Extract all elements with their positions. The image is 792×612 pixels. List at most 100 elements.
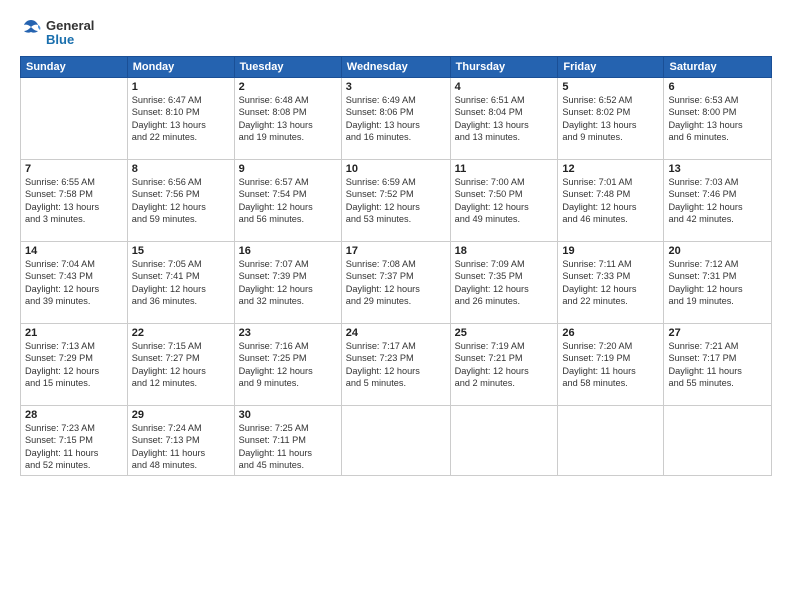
calendar-table: SundayMondayTuesdayWednesdayThursdayFrid… — [20, 56, 772, 476]
cell-content: Sunrise: 7:08 AMSunset: 7:37 PMDaylight:… — [346, 258, 446, 308]
cell-content: Sunrise: 6:56 AMSunset: 7:56 PMDaylight:… — [132, 176, 230, 226]
cell-content: Sunrise: 6:51 AMSunset: 8:04 PMDaylight:… — [455, 94, 554, 144]
header: General Blue — [20, 18, 772, 48]
day-number: 6 — [668, 81, 767, 93]
calendar-cell: 12Sunrise: 7:01 AMSunset: 7:48 PMDayligh… — [558, 160, 664, 242]
cell-content: Sunrise: 7:19 AMSunset: 7:21 PMDaylight:… — [455, 340, 554, 390]
calendar-cell: 11Sunrise: 7:00 AMSunset: 7:50 PMDayligh… — [450, 160, 558, 242]
cell-content: Sunrise: 7:23 AMSunset: 7:15 PMDaylight:… — [25, 422, 123, 472]
calendar-cell: 28Sunrise: 7:23 AMSunset: 7:15 PMDayligh… — [21, 406, 128, 476]
calendar-cell: 9Sunrise: 6:57 AMSunset: 7:54 PMDaylight… — [234, 160, 341, 242]
logo-bird-icon — [20, 18, 42, 48]
calendar-cell: 1Sunrise: 6:47 AMSunset: 8:10 PMDaylight… — [127, 78, 234, 160]
day-number: 3 — [346, 81, 446, 93]
cell-content: Sunrise: 7:05 AMSunset: 7:41 PMDaylight:… — [132, 258, 230, 308]
cell-content: Sunrise: 6:52 AMSunset: 8:02 PMDaylight:… — [562, 94, 659, 144]
cell-content: Sunrise: 6:59 AMSunset: 7:52 PMDaylight:… — [346, 176, 446, 226]
calendar-week-5: 28Sunrise: 7:23 AMSunset: 7:15 PMDayligh… — [21, 406, 772, 476]
day-number: 14 — [25, 245, 123, 257]
cell-content: Sunrise: 7:04 AMSunset: 7:43 PMDaylight:… — [25, 258, 123, 308]
cell-content: Sunrise: 6:57 AMSunset: 7:54 PMDaylight:… — [239, 176, 337, 226]
calendar-cell: 29Sunrise: 7:24 AMSunset: 7:13 PMDayligh… — [127, 406, 234, 476]
cell-content: Sunrise: 7:17 AMSunset: 7:23 PMDaylight:… — [346, 340, 446, 390]
calendar-cell: 20Sunrise: 7:12 AMSunset: 7:31 PMDayligh… — [664, 242, 772, 324]
day-number: 1 — [132, 81, 230, 93]
calendar-header-saturday: Saturday — [664, 57, 772, 78]
calendar-cell — [341, 406, 450, 476]
cell-content: Sunrise: 7:07 AMSunset: 7:39 PMDaylight:… — [239, 258, 337, 308]
calendar-cell: 5Sunrise: 6:52 AMSunset: 8:02 PMDaylight… — [558, 78, 664, 160]
calendar-cell: 15Sunrise: 7:05 AMSunset: 7:41 PMDayligh… — [127, 242, 234, 324]
logo-text: General Blue — [46, 19, 94, 48]
cell-content: Sunrise: 7:00 AMSunset: 7:50 PMDaylight:… — [455, 176, 554, 226]
calendar-cell: 21Sunrise: 7:13 AMSunset: 7:29 PMDayligh… — [21, 324, 128, 406]
cell-content: Sunrise: 7:20 AMSunset: 7:19 PMDaylight:… — [562, 340, 659, 390]
day-number: 8 — [132, 163, 230, 175]
calendar-week-1: 1Sunrise: 6:47 AMSunset: 8:10 PMDaylight… — [21, 78, 772, 160]
calendar-cell: 16Sunrise: 7:07 AMSunset: 7:39 PMDayligh… — [234, 242, 341, 324]
calendar-header-row: SundayMondayTuesdayWednesdayThursdayFrid… — [21, 57, 772, 78]
calendar-header-wednesday: Wednesday — [341, 57, 450, 78]
calendar-cell: 25Sunrise: 7:19 AMSunset: 7:21 PMDayligh… — [450, 324, 558, 406]
calendar-cell — [21, 78, 128, 160]
calendar-header-thursday: Thursday — [450, 57, 558, 78]
calendar-cell — [558, 406, 664, 476]
logo-blue-text: Blue — [46, 33, 94, 47]
day-number: 30 — [239, 409, 337, 421]
cell-content: Sunrise: 7:13 AMSunset: 7:29 PMDaylight:… — [25, 340, 123, 390]
day-number: 24 — [346, 327, 446, 339]
calendar-cell: 19Sunrise: 7:11 AMSunset: 7:33 PMDayligh… — [558, 242, 664, 324]
calendar-cell: 17Sunrise: 7:08 AMSunset: 7:37 PMDayligh… — [341, 242, 450, 324]
calendar-cell: 26Sunrise: 7:20 AMSunset: 7:19 PMDayligh… — [558, 324, 664, 406]
calendar-header-sunday: Sunday — [21, 57, 128, 78]
day-number: 12 — [562, 163, 659, 175]
day-number: 11 — [455, 163, 554, 175]
day-number: 17 — [346, 245, 446, 257]
day-number: 7 — [25, 163, 123, 175]
calendar-cell: 8Sunrise: 6:56 AMSunset: 7:56 PMDaylight… — [127, 160, 234, 242]
day-number: 27 — [668, 327, 767, 339]
calendar-cell — [450, 406, 558, 476]
logo: General Blue — [20, 18, 94, 48]
cell-content: Sunrise: 7:09 AMSunset: 7:35 PMDaylight:… — [455, 258, 554, 308]
cell-content: Sunrise: 7:25 AMSunset: 7:11 PMDaylight:… — [239, 422, 337, 472]
day-number: 10 — [346, 163, 446, 175]
day-number: 21 — [25, 327, 123, 339]
calendar-cell: 6Sunrise: 6:53 AMSunset: 8:00 PMDaylight… — [664, 78, 772, 160]
day-number: 13 — [668, 163, 767, 175]
cell-content: Sunrise: 7:11 AMSunset: 7:33 PMDaylight:… — [562, 258, 659, 308]
calendar-cell: 24Sunrise: 7:17 AMSunset: 7:23 PMDayligh… — [341, 324, 450, 406]
calendar-cell: 18Sunrise: 7:09 AMSunset: 7:35 PMDayligh… — [450, 242, 558, 324]
cell-content: Sunrise: 6:47 AMSunset: 8:10 PMDaylight:… — [132, 94, 230, 144]
calendar-cell: 22Sunrise: 7:15 AMSunset: 7:27 PMDayligh… — [127, 324, 234, 406]
day-number: 20 — [668, 245, 767, 257]
calendar-cell: 27Sunrise: 7:21 AMSunset: 7:17 PMDayligh… — [664, 324, 772, 406]
day-number: 4 — [455, 81, 554, 93]
cell-content: Sunrise: 7:12 AMSunset: 7:31 PMDaylight:… — [668, 258, 767, 308]
day-number: 18 — [455, 245, 554, 257]
calendar-week-3: 14Sunrise: 7:04 AMSunset: 7:43 PMDayligh… — [21, 242, 772, 324]
calendar-week-4: 21Sunrise: 7:13 AMSunset: 7:29 PMDayligh… — [21, 324, 772, 406]
calendar-header-tuesday: Tuesday — [234, 57, 341, 78]
cell-content: Sunrise: 7:15 AMSunset: 7:27 PMDaylight:… — [132, 340, 230, 390]
calendar-cell: 4Sunrise: 6:51 AMSunset: 8:04 PMDaylight… — [450, 78, 558, 160]
day-number: 2 — [239, 81, 337, 93]
day-number: 19 — [562, 245, 659, 257]
calendar-cell: 14Sunrise: 7:04 AMSunset: 7:43 PMDayligh… — [21, 242, 128, 324]
calendar-week-2: 7Sunrise: 6:55 AMSunset: 7:58 PMDaylight… — [21, 160, 772, 242]
calendar-header-friday: Friday — [558, 57, 664, 78]
day-number: 5 — [562, 81, 659, 93]
cell-content: Sunrise: 6:53 AMSunset: 8:00 PMDaylight:… — [668, 94, 767, 144]
calendar-cell: 23Sunrise: 7:16 AMSunset: 7:25 PMDayligh… — [234, 324, 341, 406]
day-number: 15 — [132, 245, 230, 257]
cell-content: Sunrise: 7:24 AMSunset: 7:13 PMDaylight:… — [132, 422, 230, 472]
cell-content: Sunrise: 6:48 AMSunset: 8:08 PMDaylight:… — [239, 94, 337, 144]
day-number: 29 — [132, 409, 230, 421]
day-number: 16 — [239, 245, 337, 257]
day-number: 23 — [239, 327, 337, 339]
page: General Blue SundayMondayTuesdayWednesda… — [0, 0, 792, 612]
calendar-cell — [664, 406, 772, 476]
cell-content: Sunrise: 7:21 AMSunset: 7:17 PMDaylight:… — [668, 340, 767, 390]
calendar-cell: 7Sunrise: 6:55 AMSunset: 7:58 PMDaylight… — [21, 160, 128, 242]
calendar-header-monday: Monday — [127, 57, 234, 78]
